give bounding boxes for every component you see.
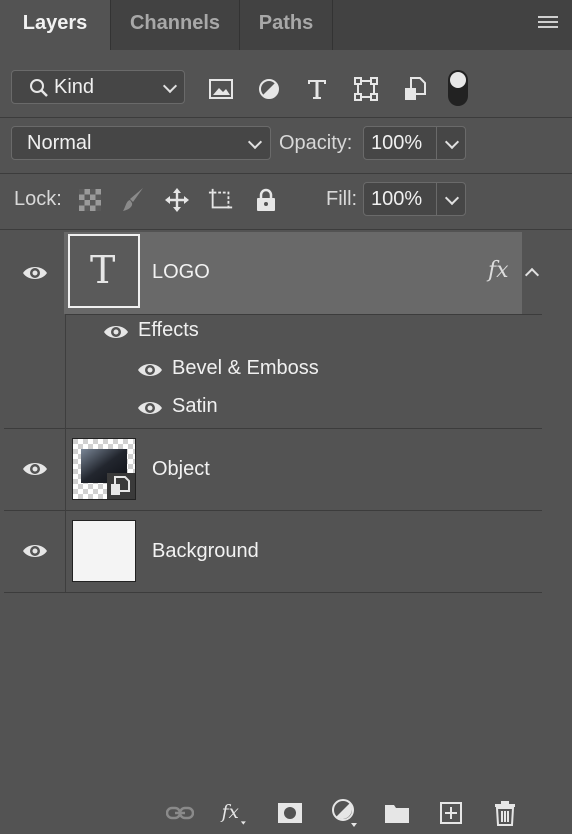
- blend-mode-select[interactable]: Normal: [11, 126, 271, 160]
- blend-mode-value: Normal: [27, 132, 92, 154]
- effects-visibility-eye-icon[interactable]: [103, 323, 129, 346]
- add-layer-style-fx-icon[interactable]: fx: [220, 798, 250, 828]
- layer-effects-fx-icon[interactable]: fx: [488, 258, 509, 283]
- background-layer-thumbnail: [72, 520, 136, 582]
- field-divider: [436, 127, 437, 159]
- divider: [0, 229, 572, 230]
- type-filter-icon[interactable]: [304, 74, 330, 104]
- divider: [4, 592, 542, 593]
- opacity-value: 100%: [371, 132, 423, 154]
- delete-layer-trash-icon[interactable]: [490, 798, 520, 828]
- filter-toggle-switch[interactable]: [448, 70, 468, 106]
- layer-row-logo[interactable]: T LOGO fx: [64, 232, 522, 314]
- divider: [0, 117, 572, 118]
- tab-divider: [332, 0, 333, 50]
- row-divider: [65, 510, 66, 592]
- effects-indent-line: [65, 314, 66, 428]
- chevron-down-icon: [162, 78, 178, 94]
- new-layer-icon[interactable]: [436, 798, 466, 828]
- new-adjustment-layer-icon[interactable]: [330, 798, 360, 828]
- chevron-up-icon[interactable]: [524, 267, 540, 283]
- type-glyph: T: [90, 248, 116, 292]
- layers-list: T LOGO fx Effects Bevel & Emboss Satin O…: [4, 232, 542, 594]
- layer-name[interactable]: Object: [152, 458, 210, 481]
- fill-label: Fill:: [326, 188, 358, 210]
- object-layer-thumbnail: [72, 438, 136, 500]
- layers-panel: Layers Channels Paths Kind Normal Opacit…: [0, 0, 572, 834]
- chevron-down-icon: [444, 134, 460, 150]
- search-icon: [29, 78, 49, 103]
- tab-bar: Layers Channels Paths: [0, 0, 572, 50]
- kind-filter-label: Kind: [54, 76, 95, 98]
- link-layers-icon[interactable]: [165, 798, 195, 828]
- opacity-label: Opacity:: [279, 132, 353, 154]
- divider: [0, 173, 572, 174]
- effect-satin[interactable]: Satin: [172, 395, 218, 418]
- visibility-eye-icon[interactable]: [22, 460, 48, 483]
- layer-name[interactable]: LOGO: [152, 261, 210, 284]
- field-divider: [436, 183, 437, 215]
- bevel-emboss-visibility-eye-icon[interactable]: [137, 361, 163, 384]
- chevron-down-icon: [444, 190, 460, 206]
- divider: [4, 428, 542, 429]
- visibility-eye-icon[interactable]: [22, 264, 48, 287]
- kind-filter-select[interactable]: Kind: [11, 70, 185, 104]
- fill-field[interactable]: 100%: [363, 182, 466, 216]
- shape-filter-icon[interactable]: [353, 74, 379, 104]
- svg-text:fx: fx: [220, 802, 239, 823]
- effect-bevel-emboss[interactable]: Bevel & Emboss: [172, 357, 319, 380]
- chevron-down-icon: [247, 134, 263, 150]
- layer-name[interactable]: Background: [152, 540, 259, 563]
- row-divider: [65, 428, 66, 510]
- text-layer-thumbnail: T: [68, 234, 140, 308]
- satin-visibility-eye-icon[interactable]: [137, 399, 163, 422]
- visibility-eye-icon[interactable]: [22, 542, 48, 565]
- lock-transparent-pixels-icon[interactable]: [77, 186, 103, 214]
- toggle-knob: [450, 72, 466, 88]
- image-filter-icon[interactable]: [208, 74, 234, 104]
- new-group-folder-icon[interactable]: [382, 798, 412, 828]
- fill-value: 100%: [371, 188, 423, 210]
- tab-channels[interactable]: Channels: [111, 0, 239, 50]
- lock-image-pixels-icon[interactable]: [120, 186, 146, 214]
- lock-artboard-icon[interactable]: [208, 186, 234, 214]
- effects-header[interactable]: Effects: [138, 319, 199, 342]
- divider: [65, 314, 542, 315]
- divider: [4, 510, 542, 511]
- smart-object-filter-icon[interactable]: [402, 74, 428, 104]
- opacity-field[interactable]: 100%: [363, 126, 466, 160]
- lock-position-icon[interactable]: [164, 186, 190, 214]
- panel-menu-icon[interactable]: [538, 16, 558, 30]
- lock-label: Lock:: [14, 188, 62, 210]
- tab-layers[interactable]: Layers: [0, 0, 110, 50]
- lock-all-icon[interactable]: [253, 186, 279, 214]
- adjustment-filter-icon[interactable]: [256, 74, 282, 104]
- tab-paths[interactable]: Paths: [240, 0, 332, 50]
- add-layer-mask-icon[interactable]: [275, 798, 305, 828]
